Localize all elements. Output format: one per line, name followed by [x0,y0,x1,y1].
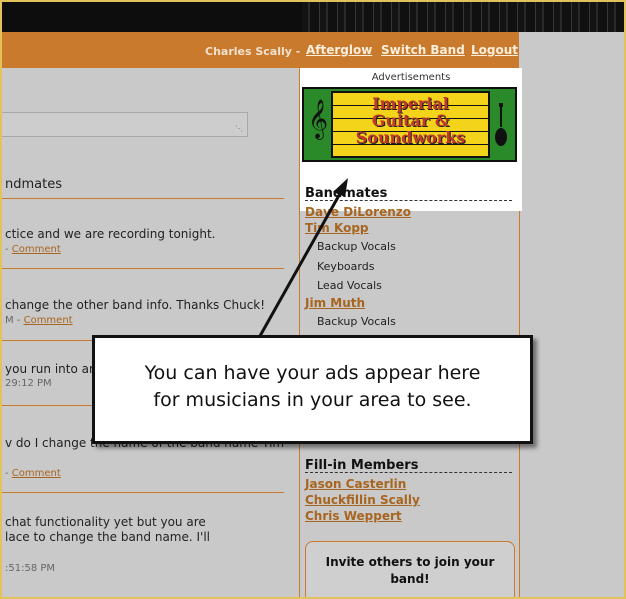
screenshot-frame: Charles Scally - Afterglow Switch Band L… [0,0,626,599]
callout-text: You can have your ads appear here for mu… [144,362,481,411]
callout-box: You can have your ads appear here for mu… [92,335,533,444]
callout-arrow [258,178,348,337]
